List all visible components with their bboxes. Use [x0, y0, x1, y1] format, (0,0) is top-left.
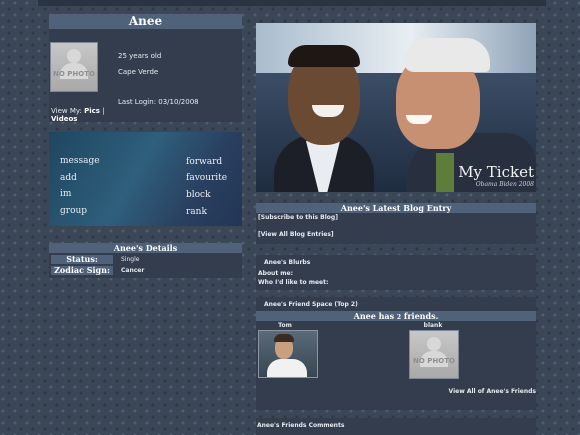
- details-title: Anee's Details: [49, 243, 242, 253]
- subscribe-blog-link[interactable]: [Subscribe to this Blog]: [258, 214, 338, 221]
- friend-count-suffix: friends.: [401, 311, 439, 321]
- status-value: Single: [121, 256, 140, 263]
- top-bar: [38, 0, 546, 6]
- message-link[interactable]: message: [60, 156, 100, 166]
- block-link[interactable]: block: [186, 190, 211, 200]
- banner-caption: My Ticket: [458, 163, 534, 181]
- friends-title: Anee's Friend Space (Top 2): [264, 301, 358, 308]
- blank-no-photo-label: NO PHOTO: [413, 356, 455, 365]
- view-all-friends-link[interactable]: View All of Anee's Friends: [449, 388, 536, 395]
- comments-box: Anee's Friends Comments: [256, 418, 536, 435]
- zodiac-value: Cancer: [121, 267, 145, 274]
- friend-count-prefix: Anee has: [353, 311, 397, 321]
- profile-name: Anee: [49, 14, 242, 29]
- banner-image: My Ticket Obama Biden 2008: [256, 23, 536, 192]
- rank-link[interactable]: rank: [186, 207, 207, 217]
- friend-name-blank[interactable]: blank: [408, 322, 458, 329]
- view-my-links: View My: Pics | Videos: [51, 107, 115, 123]
- blog-box: [Subscribe to this Blog] [View All Blog …: [256, 213, 536, 244]
- person-silhouette-icon: [67, 49, 81, 63]
- friend-count-bar: Anee has 2 friends.: [256, 311, 536, 321]
- banner-credit: Obama Biden 2008: [475, 181, 534, 188]
- profile-last-login: Last Login: 03/10/2008: [118, 98, 199, 106]
- pics-link[interactable]: Pics: [84, 107, 100, 115]
- blurbs-title: Anee's Blurbs: [264, 259, 311, 266]
- profile-photo[interactable]: NO PHOTO: [50, 42, 98, 92]
- friend-photo-tom[interactable]: [258, 330, 318, 378]
- status-label: Status:: [51, 255, 113, 264]
- im-link[interactable]: im: [60, 189, 71, 199]
- tom-hair-icon: [274, 334, 294, 342]
- friend-name-tom[interactable]: Tom: [256, 322, 314, 329]
- about-me-label: About me:: [258, 270, 294, 277]
- add-link[interactable]: add: [60, 173, 77, 183]
- profile-location: Cape Verde: [118, 68, 159, 76]
- comments-title: Anee's Friends Comments: [257, 422, 345, 429]
- view-my-label: View My:: [51, 107, 82, 115]
- blurbs-box: Anee's Blurbs About me: Who I'd like to …: [256, 255, 536, 290]
- meet-label: Who I'd like to meet:: [258, 279, 329, 286]
- contact-box: message forward add favourite im block g…: [49, 132, 242, 226]
- figure-right-tie: [436, 153, 454, 192]
- tom-shirt-icon: [267, 359, 307, 377]
- zodiac-label: Zodiac Sign:: [51, 266, 113, 275]
- blank-silhouette-icon: [427, 337, 441, 351]
- forward-link[interactable]: forward: [186, 157, 222, 167]
- friend-photo-blank[interactable]: NO PHOTO: [409, 330, 459, 379]
- view-all-blog-link[interactable]: [View All Blog Entries]: [258, 231, 334, 238]
- figure-right-hair: [404, 38, 490, 72]
- blog-title: Anee's Latest Blog Entry: [256, 203, 536, 213]
- friends-box: Anee's Friend Space (Top 2) Anee has 2 f…: [256, 297, 536, 410]
- favourite-link[interactable]: favourite: [186, 173, 227, 183]
- videos-link[interactable]: Videos: [51, 115, 77, 123]
- group-link[interactable]: group: [60, 206, 87, 216]
- profile-age: 25 years old: [118, 52, 162, 60]
- details-box: Status: Single Zodiac Sign: Cancer: [49, 253, 242, 278]
- profile-box: NO PHOTO 25 years old Cape Verde Last Lo…: [49, 29, 242, 123]
- no-photo-label: NO PHOTO: [53, 70, 95, 79]
- link-separator: |: [102, 107, 105, 115]
- figure-left-hair: [288, 45, 360, 67]
